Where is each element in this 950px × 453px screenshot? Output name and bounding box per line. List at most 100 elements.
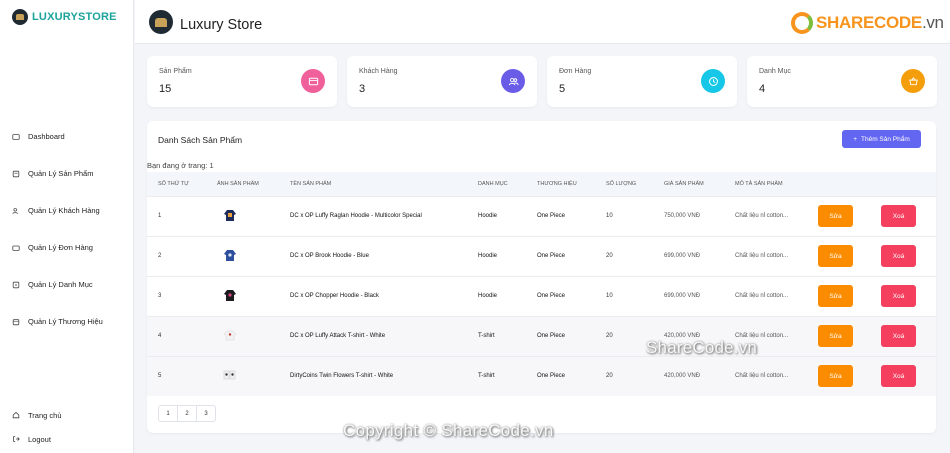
cell-image <box>206 276 279 316</box>
sidebar-item-label: Quản Lý Khách Hàng <box>28 206 100 215</box>
stat-value: 3 <box>359 83 366 95</box>
cell-name: DC x OP Brook Hoodie - Blue <box>290 253 369 259</box>
sidebar: LUXURYSTORE Dashboard Quản Lý Sản Phẩm Q… <box>0 0 134 453</box>
sidebar-item-label: Dashboard <box>28 132 65 141</box>
product-image[interactable] <box>223 288 237 302</box>
sidebar-item-logout[interactable]: Logout <box>0 427 134 451</box>
brand[interactable]: LUXURYSTORE <box>12 9 117 25</box>
cell-category: T-shirt <box>478 373 495 380</box>
cell-delete: Xoá <box>870 316 936 356</box>
cell-name: DC x OP Luffy Raglan Hoodie - Multicolor… <box>290 213 422 219</box>
cell-price: 699,000 VNĐ <box>664 253 701 259</box>
brand-name: LUXURYSTORE <box>32 11 117 23</box>
delete-button[interactable]: Xoá <box>881 285 916 307</box>
product-image[interactable] <box>223 248 237 262</box>
watermark-tld: .vn <box>921 13 944 32</box>
cell-qty: 10 <box>606 293 613 299</box>
stat-card-categories: Danh Mục 4 <box>747 56 937 107</box>
sidebar-item-label: Quản Lý Thương Hiệu <box>28 317 103 326</box>
stat-label: Sản Phẩm <box>159 68 192 75</box>
sidebar-bottom: Trang chủ Logout <box>0 403 134 451</box>
box-icon <box>12 170 20 177</box>
cell-price: 699,000 VNĐ <box>664 293 701 299</box>
delete-button[interactable]: Xoá <box>881 325 916 347</box>
product-image[interactable] <box>223 208 237 222</box>
product-image[interactable] <box>223 328 237 342</box>
edit-button[interactable]: Sửa <box>818 365 853 388</box>
cell-edit: Sửa <box>807 356 870 396</box>
cell-brand: One Piece <box>537 293 566 299</box>
cell-no: 1 <box>158 213 162 219</box>
page-link[interactable]: 2 <box>177 405 197 422</box>
cell-brand: One Piece <box>537 253 566 259</box>
card-icon <box>301 69 325 93</box>
sidebar-item-label: Trang chủ <box>28 410 62 420</box>
cell-image <box>206 356 279 396</box>
pagination: 1 2 3 <box>158 405 216 422</box>
cell-name: DC x OP Chopper Hoodie - Black <box>290 293 379 299</box>
cart-icon <box>12 245 20 251</box>
sharecode-logo-icon <box>791 12 813 34</box>
add-product-button[interactable]: + Thêm Sản Phẩm <box>842 130 921 148</box>
delete-button[interactable]: Xoá <box>881 205 916 227</box>
cell-edit: Sửa <box>807 196 870 236</box>
table-row: 5 DirtyCoins Twin Flowers T-shirt - Whit… <box>147 356 936 396</box>
delete-button[interactable]: Xoá <box>881 365 916 388</box>
sidebar-item-orders[interactable]: Quản Lý Đơn Hàng <box>0 229 134 266</box>
edit-button[interactable]: Sửa <box>818 205 853 227</box>
column-header: TÊN SẢN PHẨM <box>290 180 332 187</box>
store-logo-icon <box>149 10 173 34</box>
cell-qty: 20 <box>606 253 613 259</box>
cell-image <box>206 196 279 236</box>
watermark-text: ShareCode.vn <box>646 338 758 357</box>
product-table: SỐ THỨ TỰ ẢNH SẢN PHẨM TÊN SẢN PHẨM DANH… <box>147 172 936 396</box>
users-icon <box>12 207 18 214</box>
cell-qty: 20 <box>606 333 613 339</box>
dashboard-icon <box>12 133 20 140</box>
edit-button[interactable]: Sửa <box>818 245 853 267</box>
column-header <box>870 172 936 196</box>
column-header: SỐ LƯỢNG <box>606 180 637 187</box>
column-header: ẢNH SẢN PHẨM <box>217 180 259 187</box>
sidebar-item-products[interactable]: Quản Lý Sản Phẩm <box>0 155 134 192</box>
copyright-watermark: Copyright © ShareCode.vn <box>343 421 554 440</box>
folder-icon <box>12 281 20 288</box>
cell-edit: Sửa <box>807 236 870 276</box>
sidebar-item-categories[interactable]: Quản Lý Danh Mục <box>0 266 134 303</box>
product-image[interactable] <box>223 368 237 382</box>
cell-delete: Xoá <box>870 196 936 236</box>
cell-edit: Sửa <box>807 316 870 356</box>
page-title: Luxury Store <box>180 17 263 33</box>
cell-no: 3 <box>158 293 162 299</box>
stat-card-orders: Đơn Hàng 5 <box>547 56 737 107</box>
stat-label: Đơn Hàng <box>559 68 592 75</box>
page-link[interactable]: 3 <box>196 405 216 422</box>
edit-button[interactable]: Sửa <box>818 285 853 307</box>
sidebar-item-brands[interactable]: Quản Lý Thương Hiệu <box>0 303 134 340</box>
cell-price: 750,000 VNĐ <box>664 213 701 219</box>
watermark-logo: SHARECODE.vn <box>791 12 944 34</box>
cell-delete: Xoá <box>870 236 936 276</box>
sidebar-item-dashboard[interactable]: Dashboard <box>0 118 134 155</box>
edit-button[interactable]: Sửa <box>818 325 853 347</box>
plus-icon: + <box>853 135 857 143</box>
sidebar-item-label: Logout <box>28 434 51 444</box>
top-header: Luxury Store SHARECODE.vn <box>135 0 950 44</box>
cell-delete: Xoá <box>870 276 936 316</box>
page-link[interactable]: 1 <box>158 405 178 422</box>
sidebar-item-home[interactable]: Trang chủ <box>0 403 134 427</box>
column-header: DANH MỤC <box>478 180 508 187</box>
cell-desc: Chất liệu nỉ cotton... <box>735 373 789 380</box>
clock-icon <box>701 69 725 93</box>
cell-category: Hoodie <box>478 293 498 299</box>
column-header: MÔ TẢ SẢN PHẨM <box>735 180 783 187</box>
delete-button[interactable]: Xoá <box>881 245 916 267</box>
sidebar-item-customers[interactable]: Quản Lý Khách Hàng <box>0 192 134 229</box>
cell-category: T-shirt <box>478 333 495 339</box>
sidebar-item-label: Quản Lý Sản Phẩm <box>28 169 94 178</box>
stat-label: Danh Mục <box>759 68 791 75</box>
sidebar-item-label: Quản Lý Danh Mục <box>28 280 93 289</box>
cell-no: 2 <box>158 253 162 259</box>
product-list-card: Danh Sách Sản Phẩm + Thêm Sản Phẩm Bạn đ… <box>147 121 936 433</box>
cell-delete: Xoá <box>870 356 936 396</box>
